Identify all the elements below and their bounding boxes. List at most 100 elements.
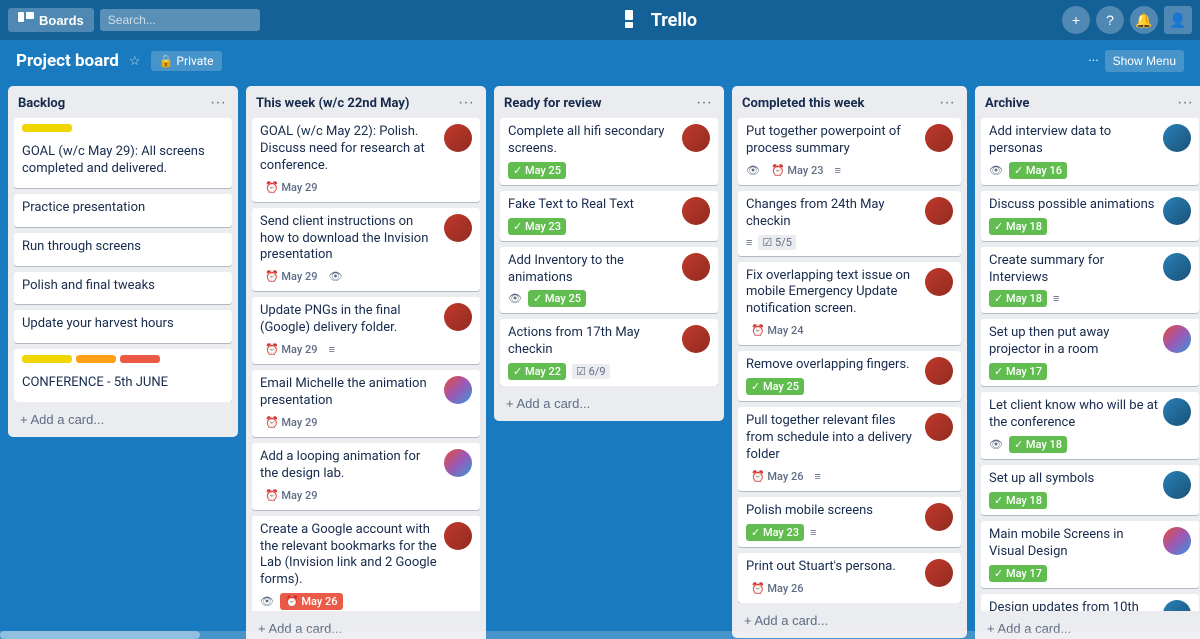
card-c4[interactable]: Remove overlapping fingers. ✓ May 25 (738, 351, 961, 401)
card-tw3-desc: ≡ (329, 343, 335, 356)
star-button[interactable]: ☆ (129, 54, 141, 69)
card-a2-avatar (1163, 197, 1191, 225)
card-a6-avatar (1163, 471, 1191, 499)
card-rr4[interactable]: Actions from 17th May checkin ✓ May 22 ☑… (500, 319, 718, 386)
card-b6[interactable]: CONFERENCE - 5th JUNE (14, 349, 232, 402)
card-c5-avatar (925, 413, 953, 441)
card-c3[interactable]: Fix overlapping text issue on mobile Eme… (738, 262, 961, 346)
card-tw6[interactable]: Create a Google account with the relevan… (252, 516, 480, 611)
list-this-week: This week (w/c 22nd May) ··· GOAL (w/c M… (246, 86, 486, 639)
card-rr3-avatar (682, 253, 710, 281)
info-button[interactable]: ? (1096, 6, 1124, 34)
card-tw4[interactable]: Email Michelle the animation presentatio… (252, 370, 480, 437)
card-c6-desc: ≡ (810, 526, 816, 539)
card-rr3-eye: 👁 (508, 292, 522, 305)
card-rr2-date: ✓ May 23 (508, 218, 566, 235)
list-cards-this-week: GOAL (w/c May 22): Polish. Discuss need … (246, 118, 486, 611)
card-rr4-date: ✓ May 22 (508, 363, 566, 380)
list-menu-completed[interactable]: ··· (937, 94, 957, 112)
card-rr1[interactable]: Complete all hifi secondary screens. ✓ M… (500, 118, 718, 185)
card-tw2-avatar (444, 214, 472, 242)
card-a4[interactable]: Set up then put away projector in a room… (981, 319, 1199, 386)
trello-logo-icon (625, 10, 645, 30)
card-c7-title: Print out Stuart's persona. (746, 559, 921, 576)
card-a2[interactable]: Discuss possible animations ✓ May 18 (981, 191, 1199, 241)
card-b4-title: Polish and final tweaks (22, 278, 224, 295)
card-rr1-title: Complete all hifi secondary screens. (508, 124, 678, 158)
list-ready-review: Ready for review ··· Complete all hifi s… (494, 86, 724, 421)
card-b3[interactable]: Run through screens (14, 233, 232, 266)
card-a6[interactable]: Set up all symbols ✓ May 18 (981, 465, 1199, 515)
card-c5[interactable]: Pull together relevant files from schedu… (738, 407, 961, 491)
privacy-badge: 🔒 Private (151, 51, 222, 71)
card-c2-desc: ≡ (746, 236, 752, 249)
list-menu-this-week[interactable]: ··· (456, 94, 476, 112)
trello-logo: Trello (625, 10, 697, 31)
card-b5[interactable]: Update your harvest hours (14, 310, 232, 343)
card-a3[interactable]: Create summary for Interviews ✓ May 18 ≡ (981, 247, 1199, 314)
boards-label: Boards (39, 13, 84, 28)
board-title: Project board (16, 51, 119, 71)
card-tw3[interactable]: Update PNGs in the final (Google) delive… (252, 297, 480, 364)
card-c7[interactable]: Print out Stuart's persona. ⏰ May 26 (738, 553, 961, 603)
card-a8[interactable]: Design updates from 10th March ✓ May ... (981, 594, 1199, 611)
card-b1[interactable]: GOAL (w/c May 29): All screens completed… (14, 118, 232, 188)
card-a1[interactable]: Add interview data to personas 👁 ✓ May 1… (981, 118, 1199, 185)
top-nav: Boards Trello + ? 🔔 👤 (0, 0, 1200, 40)
card-rr2-avatar (682, 197, 710, 225)
card-tw2-date: ⏰ May 29 (260, 268, 323, 285)
card-tw1-avatar (444, 124, 472, 152)
profile-button[interactable]: 👤 (1164, 6, 1192, 34)
card-a7[interactable]: Main mobile Screens in Visual Design ✓ M… (981, 521, 1199, 588)
card-c7-date: ⏰ May 26 (746, 580, 809, 597)
card-rr3-date: ✓ May 25 (528, 290, 586, 307)
show-menu-button[interactable]: Show Menu (1105, 50, 1184, 72)
add-card-ready-review[interactable]: + Add a card... (500, 392, 718, 415)
add-card-backlog[interactable]: + Add a card... (14, 408, 232, 431)
card-tw6-avatar (444, 522, 472, 550)
boards-button[interactable]: Boards (8, 8, 94, 32)
notifications-button[interactable]: 🔔 (1130, 6, 1158, 34)
card-c2[interactable]: Changes from 24th May checkin ≡ ☑ 5/5 (738, 191, 961, 256)
card-tw1-date: ⏰ May 29 (260, 179, 323, 196)
list-menu-ready-review[interactable]: ··· (694, 94, 714, 112)
card-rr2[interactable]: Fake Text to Real Text ✓ May 23 (500, 191, 718, 241)
card-a1-avatar (1163, 124, 1191, 152)
card-tw5[interactable]: Add a looping animation for the design l… (252, 443, 480, 510)
logo-text: Trello (651, 10, 697, 31)
card-c2-avatar (925, 197, 953, 225)
card-tw4-date: ⏰ May 29 (260, 414, 323, 431)
scroll-bar[interactable] (0, 631, 1200, 639)
search-input[interactable] (100, 9, 260, 31)
card-tw2[interactable]: Send client instructions on how to downl… (252, 208, 480, 292)
list-header-ready-review: Ready for review ··· (494, 86, 724, 118)
list-header-archive: Archive ··· (975, 86, 1200, 118)
card-rr3[interactable]: Add Inventory to the animations 👁 ✓ May … (500, 247, 718, 314)
list-cards-ready-review: Complete all hifi secondary screens. ✓ M… (494, 118, 724, 386)
card-rr3-title: Add Inventory to the animations (508, 253, 678, 287)
card-b2[interactable]: Practice presentation (14, 194, 232, 227)
card-a5[interactable]: Let client know who will be at the confe… (981, 392, 1199, 459)
card-a2-title: Discuss possible animations (989, 197, 1159, 214)
card-b4[interactable]: Polish and final tweaks (14, 272, 232, 305)
list-completed: Completed this week ··· Put together pow… (732, 86, 967, 638)
card-a5-avatar (1163, 398, 1191, 426)
card-c5-desc: ≡ (815, 470, 821, 483)
card-c6[interactable]: Polish mobile screens ✓ May 23 ≡ (738, 497, 961, 547)
card-a2-date: ✓ May 18 (989, 218, 1047, 235)
card-a1-eye: 👁 (989, 164, 1003, 177)
list-menu-backlog[interactable]: ··· (208, 94, 228, 112)
add-card-completed[interactable]: + Add a card... (738, 609, 961, 632)
card-tw1[interactable]: GOAL (w/c May 22): Polish. Discuss need … (252, 118, 480, 202)
list-menu-archive[interactable]: ··· (1175, 94, 1195, 112)
card-c1[interactable]: Put together powerpoint of process summa… (738, 118, 961, 185)
board-header-right: ··· Show Menu (1088, 50, 1184, 72)
card-c1-eye: 👁 (746, 164, 760, 177)
card-c5-title: Pull together relevant files from schedu… (746, 413, 921, 464)
add-button[interactable]: + (1062, 6, 1090, 34)
card-rr2-title: Fake Text to Real Text (508, 197, 678, 214)
scroll-thumb[interactable] (0, 631, 200, 639)
card-a8-title: Design updates from 10th March (989, 600, 1159, 611)
card-tw5-date: ⏰ May 29 (260, 487, 323, 504)
card-c1-desc: ≡ (835, 164, 841, 177)
